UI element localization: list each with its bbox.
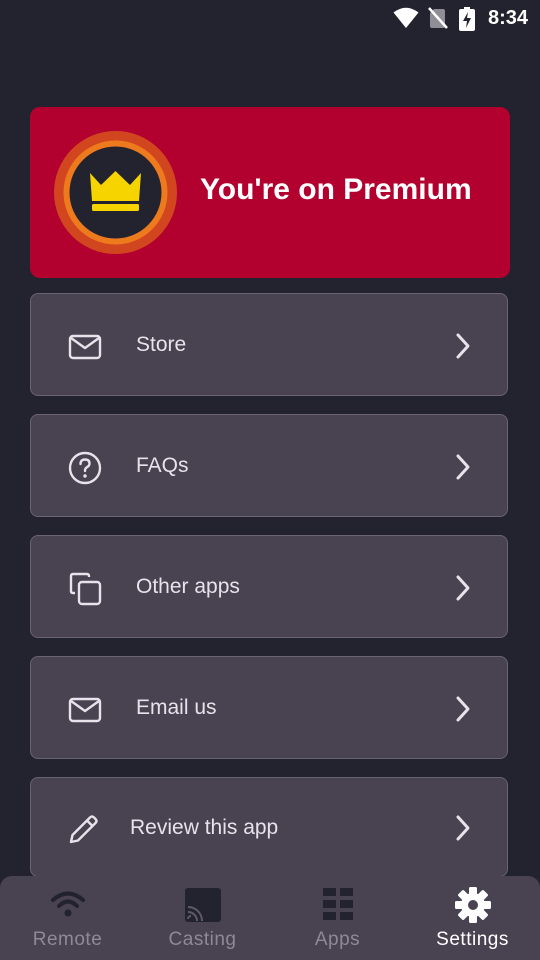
- menu-item-label: Other apps: [136, 575, 240, 598]
- cast-icon: [184, 888, 221, 922]
- bottom-navigation: Remote Casting Apps Settings: [0, 876, 540, 960]
- battery-charging-icon: [459, 7, 475, 31]
- premium-title: You're on Premium: [200, 173, 472, 206]
- gear-icon: [454, 887, 491, 923]
- nav-label: Casting: [168, 929, 237, 950]
- grid-icon: [322, 888, 353, 920]
- menu-item-review[interactable]: Review this app: [30, 777, 508, 877]
- premium-badge: [54, 131, 177, 254]
- nav-tab-settings[interactable]: Settings: [405, 876, 540, 960]
- menu-item-other-apps[interactable]: Other apps: [30, 535, 508, 638]
- chevron-right-icon: [456, 333, 470, 359]
- wifi-remote-icon: [50, 891, 85, 917]
- status-time: 8:34: [487, 7, 528, 29]
- no-sim-icon: [428, 7, 448, 29]
- menu-item-label: FAQs: [136, 454, 189, 477]
- menu-item-store[interactable]: Store: [30, 293, 508, 396]
- nav-label: Remote: [32, 929, 103, 950]
- chevron-right-icon: [456, 454, 470, 480]
- nav-tab-remote[interactable]: Remote: [0, 876, 135, 960]
- help-circle-icon: [68, 451, 102, 485]
- chevron-right-icon: [456, 575, 470, 601]
- pencil-icon: [69, 815, 98, 844]
- nav-label: Settings: [436, 929, 509, 950]
- nav-tab-casting[interactable]: Casting: [135, 876, 270, 960]
- menu-item-faqs[interactable]: FAQs: [30, 414, 508, 517]
- mail-icon: [68, 334, 102, 360]
- menu-item-label: Store: [136, 333, 187, 356]
- mail-icon: [68, 697, 102, 723]
- nav-label: Apps: [314, 929, 361, 950]
- chevron-right-icon: [456, 815, 470, 841]
- status-bar: 8:34: [0, 0, 540, 36]
- wifi-icon: [393, 7, 419, 28]
- menu-item-label: Email us: [136, 696, 217, 719]
- menu-item-label: Review this app: [130, 816, 279, 839]
- nav-tab-apps[interactable]: Apps: [270, 876, 405, 960]
- premium-banner[interactable]: You're on Premium: [30, 107, 510, 278]
- menu-item-email-us[interactable]: Email us: [30, 656, 508, 759]
- copy-icon: [69, 572, 102, 606]
- chevron-right-icon: [456, 696, 470, 722]
